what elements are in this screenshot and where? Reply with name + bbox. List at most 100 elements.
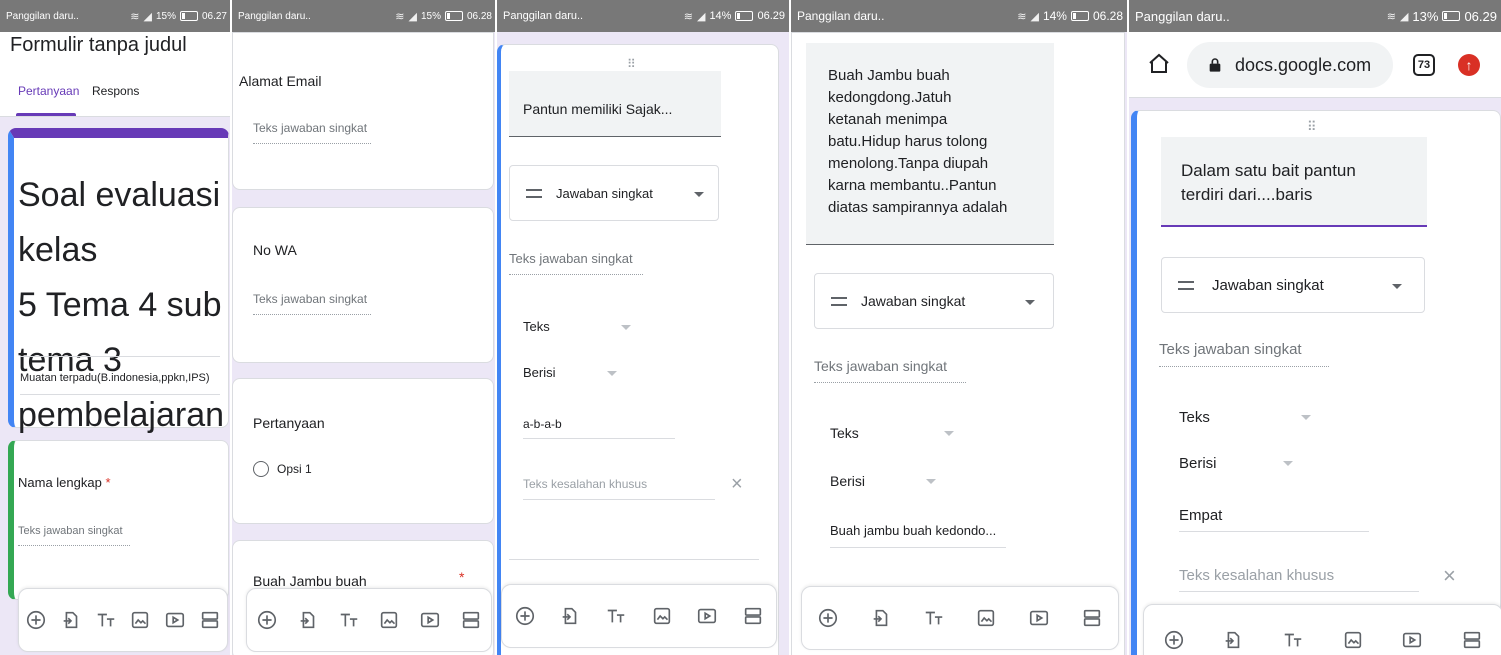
add-question-icon[interactable] <box>1163 629 1185 651</box>
question-card-name[interactable]: Nama lengkap * Teks jawaban singkat <box>8 440 229 600</box>
tab-questions[interactable]: Pertanyaan <box>18 84 79 98</box>
custom-error-underline <box>1179 591 1419 592</box>
notification-text: Panggilan daru.. <box>1135 8 1230 24</box>
add-question-icon[interactable] <box>256 609 278 631</box>
wifi-icon: ≋ <box>683 10 693 23</box>
form-title[interactable]: Formulir tanpa judul <box>10 34 187 57</box>
chevron-down-icon[interactable] <box>1283 461 1293 466</box>
chevron-down-icon[interactable] <box>621 325 631 330</box>
address-bar[interactable]: docs.google.com <box>1187 42 1393 88</box>
short-answer-placeholder: Teks jawaban singkat <box>509 251 643 275</box>
question-title[interactable]: No WA <box>253 242 297 258</box>
add-section-icon[interactable] <box>1461 629 1483 651</box>
add-title-icon[interactable] <box>95 609 117 631</box>
add-image-icon[interactable] <box>378 609 400 631</box>
tab-count-button[interactable]: 73 <box>1413 54 1435 76</box>
add-title-icon[interactable] <box>605 605 627 627</box>
question-title[interactable]: Nama lengkap * <box>18 475 111 490</box>
add-image-icon[interactable] <box>1342 629 1364 651</box>
drag-handle-icon[interactable]: ⠿ <box>627 57 637 71</box>
form-description[interactable]: Muatan terpadu(B.indonesia,ppkn,IPS) <box>20 372 210 384</box>
chevron-down-icon[interactable] <box>944 431 954 436</box>
add-image-icon[interactable] <box>651 605 673 627</box>
question-type-dropdown[interactable]: Jawaban singkat <box>814 273 1054 329</box>
chevron-down-icon[interactable] <box>1301 415 1311 420</box>
add-video-icon[interactable] <box>1028 607 1050 629</box>
add-question-icon[interactable] <box>25 609 47 631</box>
question-line: karna membantu..Pantun <box>828 177 997 194</box>
close-icon[interactable]: × <box>1443 563 1456 589</box>
custom-error-input[interactable]: Teks kesalahan khusus <box>523 477 647 491</box>
form-header-card[interactable]: Soal evaluasi kelas 5 Tema 4 sub tema 3 … <box>8 128 229 489</box>
chevron-down-icon <box>694 192 704 197</box>
add-question-icon[interactable] <box>817 607 839 629</box>
home-icon[interactable] <box>1147 52 1171 76</box>
validation-value-input[interactable]: Empat <box>1179 507 1222 524</box>
option-label[interactable]: Opsi 1 <box>277 462 312 476</box>
title-line: 5 Tema 4 sub <box>18 286 222 324</box>
question-title[interactable]: Pertanyaan <box>253 415 325 431</box>
add-title-icon[interactable] <box>338 609 360 631</box>
lock-icon <box>1209 58 1221 72</box>
import-questions-icon[interactable] <box>1222 629 1244 651</box>
question-card-untitled[interactable]: Pertanyaan Opsi 1 <box>232 378 494 524</box>
signal-icon: ◢ <box>696 10 706 23</box>
question-type-dropdown[interactable]: Jawaban singkat <box>1161 257 1425 313</box>
import-questions-icon[interactable] <box>870 607 892 629</box>
question-text: Dalam satu bait pantun terdiri dari....b… <box>1181 159 1356 207</box>
add-image-icon[interactable] <box>129 609 151 631</box>
add-video-icon[interactable] <box>164 609 186 631</box>
chevron-down-icon[interactable] <box>607 371 617 376</box>
validation-condition-select[interactable]: Berisi <box>830 473 865 489</box>
chevron-down-icon[interactable] <box>926 479 936 484</box>
add-question-icon[interactable] <box>514 605 536 627</box>
custom-error-underline <box>523 499 715 500</box>
question-input[interactable]: Pantun memiliki Sajak... <box>509 71 721 137</box>
validation-condition-select[interactable]: Berisi <box>523 365 556 380</box>
active-question-card[interactable]: ⠿ Dalam satu bait pantun terdiri dari...… <box>1131 110 1501 655</box>
add-section-icon[interactable] <box>1081 607 1103 629</box>
drag-handle-icon[interactable]: ⠿ <box>1307 119 1318 135</box>
radio-option-icon[interactable] <box>253 461 269 477</box>
battery-percent: 13% <box>1412 8 1439 24</box>
import-questions-icon[interactable] <box>60 609 82 631</box>
question-type-dropdown[interactable]: Jawaban singkat <box>509 165 719 221</box>
add-section-icon[interactable] <box>199 609 221 631</box>
validation-condition-select[interactable]: Berisi <box>1179 455 1217 472</box>
custom-error-input[interactable]: Teks kesalahan khusus <box>1179 567 1334 584</box>
question-input[interactable]: Dalam satu bait pantun terdiri dari....b… <box>1161 137 1427 227</box>
validation-type-select[interactable]: Teks <box>1179 409 1210 426</box>
active-question-card[interactable]: Buah Jambu buah kedongdong.Jatuh ketanah… <box>791 32 1125 655</box>
validation-type-select[interactable]: Teks <box>523 319 550 334</box>
active-question-card[interactable]: ⠿ Pantun memiliki Sajak... Jawaban singk… <box>497 44 779 655</box>
screenshot-panel-1: Panggilan daru.. ≋ ◢ 15% 06.27 Formulir … <box>0 0 231 655</box>
close-icon[interactable]: × <box>731 473 743 496</box>
question-text: Pantun memiliki Sajak... <box>523 101 673 117</box>
question-title[interactable]: Alamat Email <box>239 73 321 89</box>
bottom-toolbar <box>246 588 492 652</box>
question-card-wa[interactable]: No WA Teks jawaban singkat <box>232 207 494 363</box>
add-section-icon[interactable] <box>460 609 482 631</box>
question-title[interactable]: Buah Jambu buah <box>253 573 367 589</box>
browser-toolbar: docs.google.com 73 ↑ <box>1129 32 1501 98</box>
validation-value-input[interactable]: a-b-a-b <box>523 417 562 431</box>
add-title-icon[interactable] <box>1282 629 1304 651</box>
clock: 06.28 <box>466 10 492 22</box>
tab-responses[interactable]: Respons <box>92 84 139 98</box>
add-image-icon[interactable] <box>975 607 997 629</box>
validation-value-input[interactable]: Buah jambu buah kedondo... <box>830 523 996 538</box>
add-title-icon[interactable] <box>923 607 945 629</box>
screenshot-panel-2: Panggilan daru.. ≋ ◢ 15% 06.28 Alamat Em… <box>232 0 496 655</box>
add-video-icon[interactable] <box>419 609 441 631</box>
question-input[interactable]: Buah Jambu buah kedongdong.Jatuh ketanah… <box>806 43 1054 245</box>
add-section-icon[interactable] <box>742 605 764 627</box>
chevron-down-icon <box>1025 300 1035 305</box>
validation-type-select[interactable]: Teks <box>830 425 859 441</box>
clock: 06.28 <box>1092 9 1123 23</box>
question-card-email[interactable]: Alamat Email Teks jawaban singkat <box>232 32 494 190</box>
import-questions-icon[interactable] <box>297 609 319 631</box>
import-questions-icon[interactable] <box>559 605 581 627</box>
update-icon[interactable]: ↑ <box>1458 54 1480 76</box>
add-video-icon[interactable] <box>1401 629 1423 651</box>
add-video-icon[interactable] <box>696 605 718 627</box>
